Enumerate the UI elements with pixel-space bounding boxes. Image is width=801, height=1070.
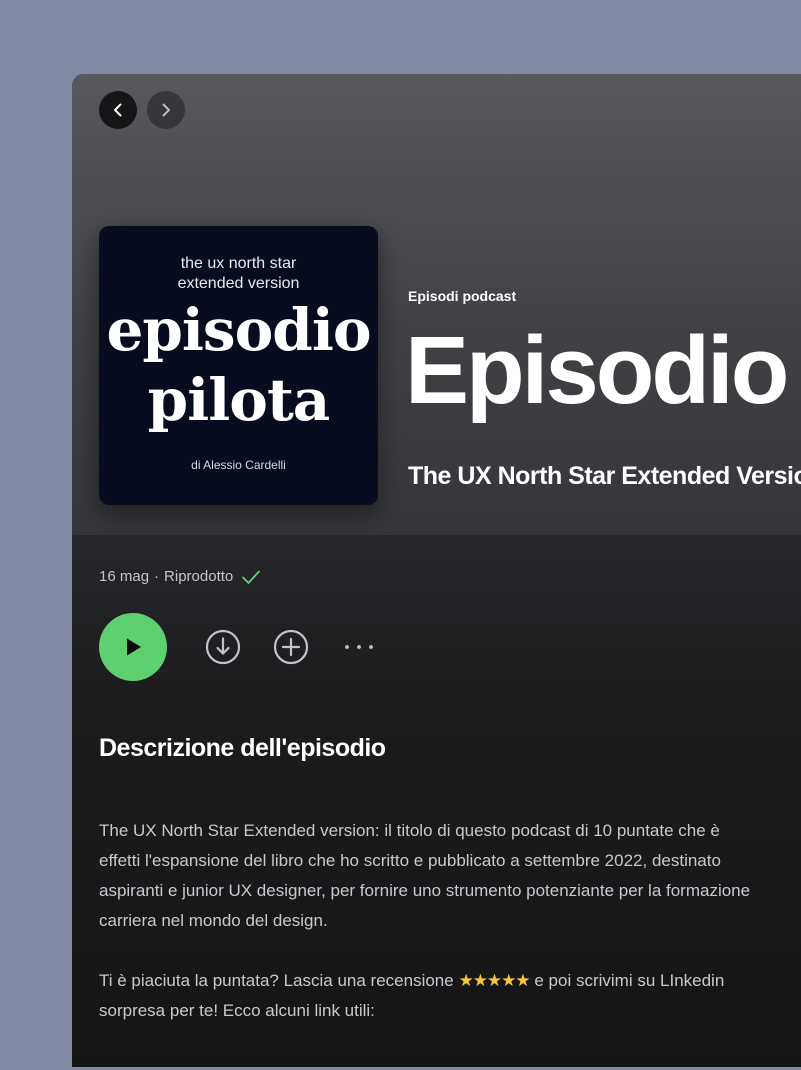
forward-button[interactable] <box>147 91 185 129</box>
episode-date: 16 mag <box>99 568 150 585</box>
episode-hero: the ux north star extended version episo… <box>72 74 801 535</box>
episode-type-label: Episodi podcast <box>408 288 517 304</box>
description-line: sorpresa per te! Ecco alcuni link utili: <box>99 1001 375 1020</box>
meta-separator: · <box>154 568 160 585</box>
cover-title-line2: pilota <box>147 366 331 434</box>
linkedin-text: e poi scrivimi su LInkedin <box>529 971 725 990</box>
cover-title-line1: episodio <box>106 296 371 364</box>
cover-subtitle: the ux north star extended version <box>99 254 378 294</box>
back-button[interactable] <box>99 91 137 129</box>
stars-icon: ★★★★★ <box>458 971 530 990</box>
description-line: aspiranti e junior UX designer, per forn… <box>99 881 751 900</box>
add-icon <box>273 629 309 665</box>
checkmark-icon <box>242 570 261 584</box>
description-line: Ti è piaciuta la puntata? Lascia una rec… <box>99 966 801 996</box>
play-button[interactable] <box>99 613 167 681</box>
cover-author: di Alessio Cardelli <box>191 458 286 472</box>
add-to-library-button[interactable] <box>273 629 309 665</box>
episode-meta: 16 mag · Riprodotto <box>99 568 261 585</box>
description-line: carriera nel mondo del design. <box>99 911 328 930</box>
chevron-right-icon <box>162 103 170 117</box>
description-line: effetti l'espansione del libro che ho sc… <box>99 851 721 870</box>
play-icon <box>127 638 141 656</box>
played-status: Riprodotto <box>164 568 234 585</box>
description-line: The UX North Star Extended version: il t… <box>99 821 720 840</box>
description-heading: Descrizione dell'episodio <box>99 734 386 762</box>
cover-line1: the ux north star <box>180 255 297 272</box>
more-options-button[interactable] <box>341 629 377 665</box>
episode-cover-art: the ux north star extended version episo… <box>99 226 378 505</box>
episode-title: Episodio pilota <box>405 317 801 424</box>
download-icon <box>205 629 241 665</box>
chevron-left-icon <box>114 103 122 117</box>
podcast-episode-window: the ux north star extended version episo… <box>72 74 801 1067</box>
episode-description: The UX North Star Extended version: il t… <box>99 816 801 1026</box>
show-name-link[interactable]: The UX North Star Extended Version <box>408 462 801 491</box>
download-button[interactable] <box>205 629 241 665</box>
more-icon <box>345 645 373 649</box>
review-text: Ti è piaciuta la puntata? Lascia una rec… <box>99 971 459 990</box>
cover-line2: extended version <box>177 275 300 292</box>
